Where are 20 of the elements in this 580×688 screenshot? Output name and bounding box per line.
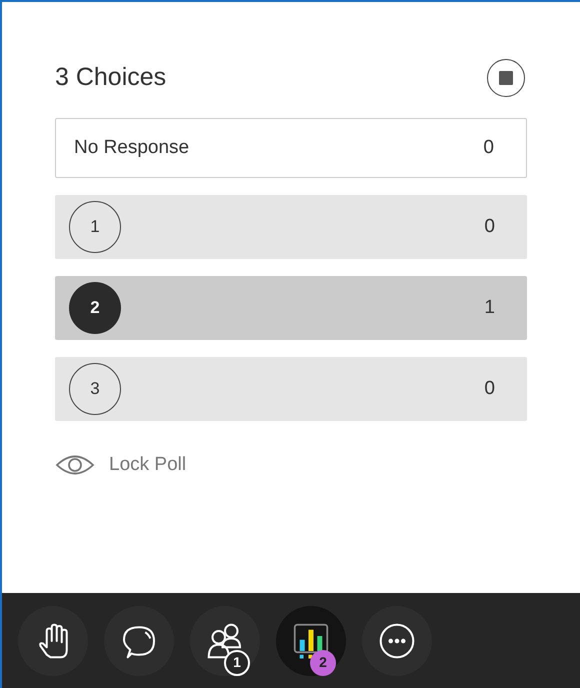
choice-number: 2 bbox=[69, 282, 121, 334]
choice-number: 1 bbox=[69, 201, 121, 253]
choice-count: 1 bbox=[484, 296, 495, 320]
choice-count: 0 bbox=[484, 376, 495, 401]
choice-row[interactable]: 3 0 bbox=[55, 357, 527, 421]
stop-button[interactable] bbox=[487, 59, 525, 97]
attendees-button[interactable]: 1 bbox=[190, 606, 260, 676]
choice-row[interactable]: 2 1 bbox=[55, 276, 527, 340]
choice-count: 0 bbox=[484, 214, 495, 239]
choice-row[interactable]: 1 0 bbox=[55, 195, 527, 259]
count-badge: 1 bbox=[224, 650, 250, 676]
choice-number: 3 bbox=[69, 363, 121, 415]
no-response-label: No Response bbox=[74, 136, 190, 160]
lock-poll-button[interactable]: Lock Poll bbox=[55, 451, 186, 480]
stop-icon bbox=[499, 71, 513, 85]
poll-title: 3 Choices bbox=[55, 62, 166, 94]
response-count: 0 bbox=[483, 136, 494, 160]
poll-button[interactable]: 2 bbox=[276, 606, 346, 676]
count-badge: 2 bbox=[310, 650, 336, 676]
eye-icon bbox=[55, 454, 95, 476]
